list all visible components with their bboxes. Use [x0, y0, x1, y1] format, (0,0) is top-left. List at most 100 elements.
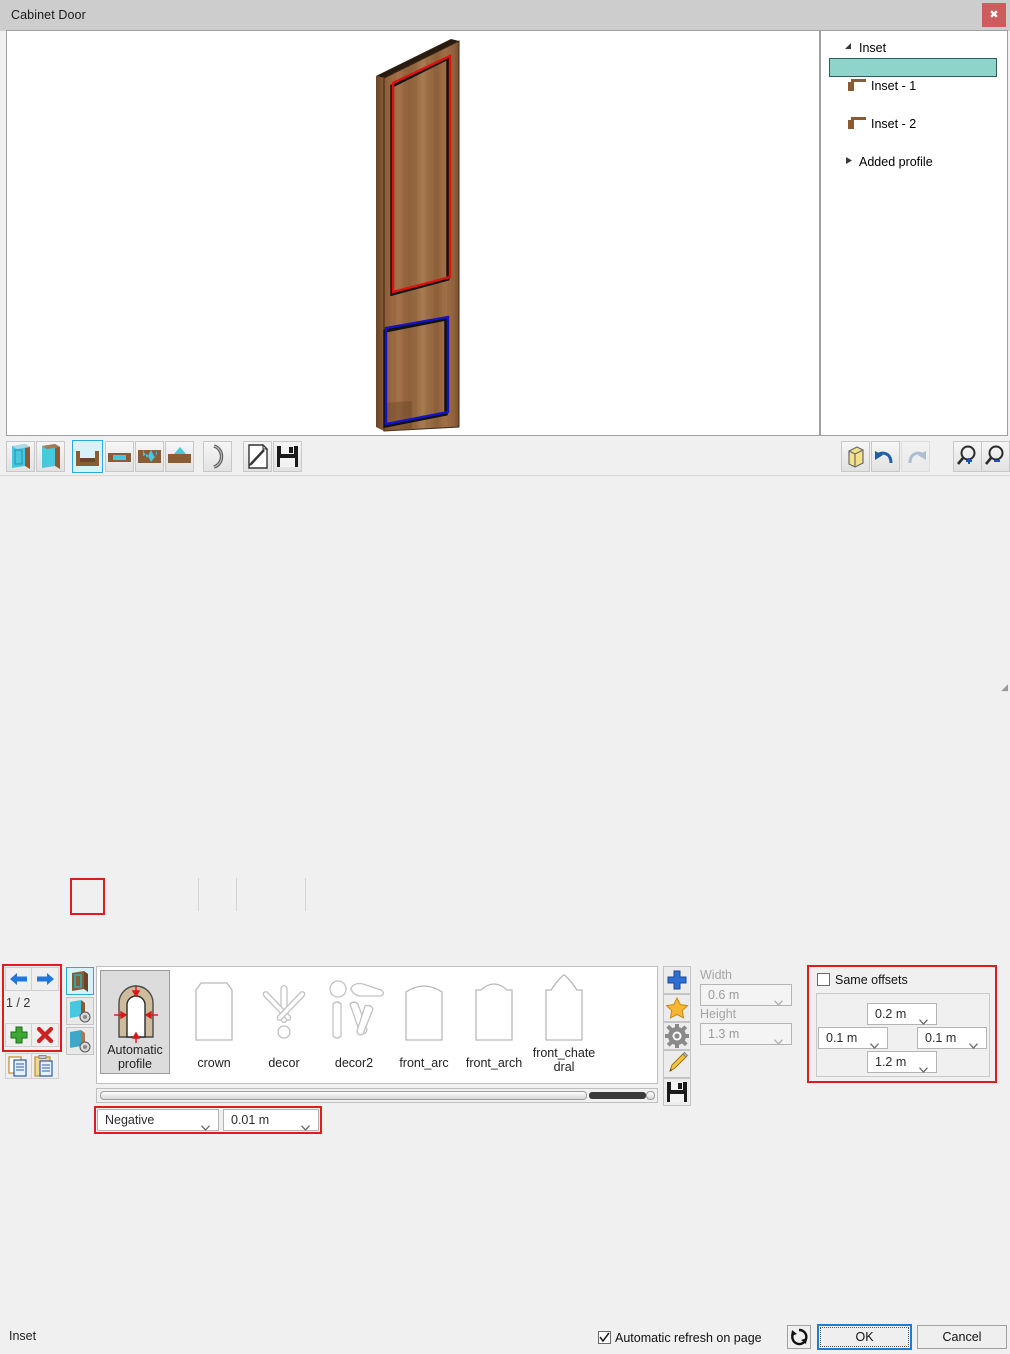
title-bar: Cabinet Door ✖ — [0, 0, 1010, 31]
door-front-button[interactable] — [6, 441, 35, 472]
height-value: 1.3 m — [708, 1024, 739, 1045]
groove-button[interactable] — [105, 441, 134, 472]
front-arc-profile-icon — [389, 974, 459, 1044]
gallery-item-label: decor2 — [319, 1056, 389, 1070]
v-groove-button[interactable] — [135, 441, 164, 472]
gallery-item-front-arc[interactable]: front_arc — [389, 970, 459, 1074]
inset-depth-select[interactable]: 0.01 m — [223, 1109, 319, 1131]
chevron-down-icon — [301, 1117, 310, 1123]
page-indicator: 1 / 2 — [6, 996, 30, 1010]
offset-bottom-select[interactable]: 1.2 m — [867, 1051, 937, 1073]
tree-item-inset[interactable]: Inset — [821, 39, 1007, 58]
zoom-out-button[interactable] — [981, 441, 1010, 472]
width-value: 0.6 m — [708, 985, 739, 1006]
delete-profile-button[interactable] — [31, 1023, 59, 1047]
auto-refresh-checkbox[interactable] — [598, 1331, 611, 1344]
tree-selection-highlight — [829, 58, 997, 77]
gallery-item-label: Automatic profile — [101, 1043, 169, 1071]
chevron-down-icon — [774, 992, 783, 998]
save-button[interactable] — [273, 441, 302, 472]
add-profile-nav-button[interactable] — [5, 1023, 33, 1047]
add-profile-button[interactable] — [663, 966, 691, 994]
chevron-down-icon — [774, 1031, 783, 1037]
decor2-profile-icon — [319, 974, 389, 1044]
toolbar-divider — [0, 475, 1010, 476]
chevron-down-icon — [201, 1117, 210, 1123]
width-select[interactable]: 0.6 m — [700, 984, 792, 1006]
inset-mode-select[interactable]: Negative — [97, 1109, 219, 1131]
gallery-item-crown[interactable]: crown — [179, 970, 249, 1074]
inset-button[interactable] — [72, 440, 103, 473]
offset-right-value: 0.1 m — [925, 1028, 956, 1049]
offset-top-value: 0.2 m — [875, 1004, 906, 1025]
offset-bottom-value: 1.2 m — [875, 1052, 906, 1073]
scrollbar-endcap[interactable] — [646, 1091, 655, 1100]
chevron-down-icon — [870, 1035, 879, 1041]
paste-button[interactable] — [31, 1053, 59, 1079]
prev-profile-button[interactable] — [5, 967, 33, 991]
inset-mode-value: Negative — [105, 1110, 154, 1131]
next-profile-button[interactable] — [31, 967, 59, 991]
refresh-button[interactable] — [787, 1325, 811, 1349]
crown-profile-icon — [179, 974, 249, 1044]
chamfer-button[interactable] — [165, 441, 194, 472]
profile-pick-button[interactable] — [66, 997, 94, 1025]
chevron-down-icon — [919, 1011, 928, 1017]
gallery-item-decor[interactable]: decor — [249, 970, 319, 1074]
profile-editor-panel: 1 / 2 — [0, 478, 1010, 660]
ok-button[interactable]: OK — [817, 1324, 912, 1350]
automatic-profile-icon — [101, 975, 169, 1045]
gallery-item-label-text: Automatic profile — [107, 1043, 163, 1071]
favorite-button[interactable] — [663, 994, 691, 1022]
scrollbar-track[interactable] — [589, 1092, 646, 1099]
offset-right-select[interactable]: 0.1 m — [917, 1027, 987, 1049]
tree-item-inset-1[interactable]: Inset - 1 — [821, 77, 1007, 96]
door-preview-viewport[interactable] — [6, 30, 820, 436]
offset-top-select[interactable]: 0.2 m — [867, 1003, 937, 1025]
ok-button-label: OK — [820, 1327, 909, 1347]
front-arch-profile-icon — [459, 974, 529, 1044]
profile-gallery[interactable]: Automatic profile crown — [96, 966, 658, 1084]
door-back-button[interactable] — [36, 441, 65, 472]
gallery-scrollbar[interactable] — [96, 1088, 658, 1103]
close-icon[interactable]: ✖ — [982, 3, 1006, 27]
door-svg — [7, 31, 819, 435]
component-tree-panel[interactable]: Inset Inset - 1 Inset - 2 Added profile — [820, 30, 1008, 436]
tree-item-added-profile[interactable]: Added profile — [821, 153, 1007, 172]
handle-button[interactable] — [203, 441, 232, 472]
chevron-down-icon — [969, 1035, 978, 1041]
inset-depth-value: 0.01 m — [231, 1110, 269, 1131]
settings-button[interactable] — [663, 1022, 691, 1050]
cancel-button[interactable]: Cancel — [917, 1325, 1007, 1349]
auto-refresh-label: Automatic refresh on page — [615, 1331, 762, 1345]
chevron-down-icon — [919, 1059, 928, 1065]
front-chatedral-profile-icon — [529, 974, 599, 1044]
edit-button[interactable] — [243, 441, 272, 472]
render-3d-button[interactable] — [841, 441, 870, 472]
gallery-item-front-arch[interactable]: front_arch — [459, 970, 529, 1074]
edit-profile-button[interactable] — [663, 1050, 691, 1078]
resize-grip[interactable]: ◢ — [1001, 682, 1008, 693]
gallery-item-front-chatedral[interactable]: front_chate dral — [529, 970, 599, 1074]
tree-item-inset-2[interactable]: Inset - 2 — [821, 115, 1007, 134]
expanded-arrow-icon[interactable] — [841, 39, 855, 58]
tree-item-label: Added profile — [859, 153, 933, 172]
offset-left-select[interactable]: 0.1 m — [818, 1027, 888, 1049]
save-profile-button[interactable] — [663, 1078, 691, 1106]
gallery-item-automatic-profile[interactable]: Automatic profile — [100, 970, 170, 1074]
scrollbar-thumb[interactable] — [100, 1091, 587, 1100]
copy-button[interactable] — [5, 1053, 33, 1079]
tree-item-label: Inset - 1 — [871, 77, 916, 96]
collapsed-arrow-icon[interactable] — [841, 153, 855, 172]
width-label: Width — [700, 968, 732, 982]
undo-button[interactable] — [871, 441, 900, 472]
zoom-in-button[interactable] — [953, 441, 982, 472]
redo-button[interactable] — [901, 441, 930, 472]
gallery-item-decor2[interactable]: decor2 — [319, 970, 389, 1074]
inset-icon — [851, 82, 866, 92]
profile-pick2-button[interactable] — [66, 1027, 94, 1055]
profile-view-button[interactable] — [66, 967, 94, 995]
same-offsets-checkbox[interactable] — [817, 973, 830, 986]
height-select[interactable]: 1.3 m — [700, 1023, 792, 1045]
inset-icon — [851, 120, 866, 130]
